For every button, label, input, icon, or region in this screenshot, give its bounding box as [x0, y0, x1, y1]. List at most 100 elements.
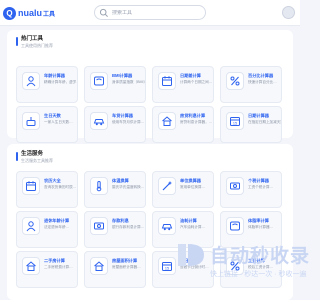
- logo-icon: Q: [3, 6, 16, 20]
- tool-card-icon-box: [90, 217, 108, 235]
- tool-card-desc: 快速计算百分比…: [248, 80, 277, 84]
- percent-icon: [230, 261, 240, 271]
- tool-card-title: 农历大全: [44, 178, 61, 183]
- tool-card[interactable]: 二手房计算 二手房税费计算…: [16, 251, 78, 288]
- tool-card[interactable]: 车贷计算器使用车贷月供计算…: [84, 106, 146, 143]
- site-logo[interactable]: Q nualu 工具: [3, 6, 55, 20]
- tool-card-title: 房贷利息计算: [180, 113, 206, 118]
- tool-card[interactable]: 油耗计算汽车油耗计算…: [152, 211, 214, 248]
- calendar-15-icon: 15: [162, 262, 172, 271]
- tool-card-title: 体脂率计算: [248, 218, 269, 223]
- tool-card[interactable]: 房贷利息计算房贷利息计算器，…: [152, 106, 214, 143]
- section-subtitle: 生活服务工具推荐: [21, 158, 53, 163]
- tool-card-desc: 房贷利息计算器，…: [180, 120, 213, 124]
- scale-icon: [230, 221, 240, 231]
- tool-card-icon-box: [90, 257, 108, 275]
- tool-card-icon-box: [22, 72, 40, 90]
- tool-card-title: 工资计算: [248, 258, 265, 263]
- tool-card[interactable]: 工资计算税后工资计算…: [220, 251, 282, 288]
- calendar-icon: [162, 76, 172, 86]
- svg-text:15: 15: [165, 266, 169, 270]
- cake-icon: [26, 117, 36, 126]
- money-icon: [230, 182, 240, 190]
- tool-card-desc: 体脂率计算器…: [248, 225, 274, 229]
- tool-card-icon-box: [226, 72, 244, 90]
- search-input[interactable]: [112, 9, 202, 16]
- tool-card-desc: 查看节日倒计时…: [180, 265, 209, 269]
- tool-card-icon-box: [22, 257, 40, 275]
- tool-card-desc: 税后工资计算…: [248, 265, 274, 269]
- tool-card-icon-box: 15: [158, 257, 176, 275]
- percent-icon: [230, 76, 240, 86]
- tool-card-icon-box: [22, 217, 40, 235]
- tool-card-title: 体温换算: [112, 178, 129, 183]
- tool-card-title: 车贷计算器: [112, 113, 133, 118]
- tool-card-title: 退休年龄计算: [44, 218, 70, 223]
- tool-card-title: 百分比计算器: [248, 73, 274, 78]
- search-box[interactable]: [94, 5, 206, 20]
- logo-suffix: 工具: [43, 11, 56, 18]
- tool-card[interactable]: 体温换算摄氏华氏温度转换…: [84, 171, 146, 208]
- tool-card-title: 日期差计算: [180, 73, 201, 78]
- logo-text: nualu: [18, 8, 42, 18]
- tool-card-desc: 银行存款利息计算…: [112, 225, 145, 229]
- house-icon: [94, 261, 104, 271]
- tool-card-icon-box: [90, 112, 108, 130]
- svg-text:15: 15: [233, 121, 237, 125]
- tool-card[interactable]: 年龄计算器 精确计算年龄，虚岁…: [16, 66, 78, 103]
- tool-card-icon-box: [90, 72, 108, 90]
- tool-card[interactable]: 单位换算器 常用单位换算…: [152, 171, 214, 208]
- tool-card-icon-box: 15: [226, 112, 244, 130]
- tool-card[interactable]: 体脂率计算体脂率计算器…: [220, 211, 282, 248]
- tool-card-desc: 汽车油耗计算…: [180, 225, 206, 229]
- tool-card[interactable]: 房屋面积计算 房屋面积计算器…: [84, 251, 146, 288]
- tool-card[interactable]: 15 日期计算器在指定日期上加减天数…: [220, 106, 282, 143]
- tool-card[interactable]: 农历大全查询农历黄历时辰…: [16, 171, 78, 208]
- tool-card-desc: 摄氏华氏温度转换…: [112, 185, 145, 189]
- tool-card-desc: 使用车贷月供计算…: [112, 120, 145, 124]
- tool-card[interactable]: 退休年龄计算 法定退休年龄…: [16, 211, 78, 248]
- tool-card-desc: 查询农历黄历时辰…: [44, 185, 77, 189]
- car-icon: [93, 119, 105, 126]
- tool-card-desc: 二手房税费计算…: [44, 265, 73, 269]
- tool-card-desc: 常用单位换算…: [180, 185, 206, 189]
- search-icon: [99, 8, 108, 17]
- tool-card-desc: 工资个税计算…: [248, 185, 274, 189]
- tool-card-icon-box: [22, 177, 40, 195]
- tool-card[interactable]: 日期差计算 计算两个日期之间…: [152, 66, 214, 103]
- money-icon: [94, 222, 104, 230]
- tool-card-icon-box: [22, 112, 40, 130]
- section-title: 生活服务: [21, 151, 44, 157]
- person-icon: [26, 221, 36, 232]
- top-bar: Q nualu 工具: [0, 0, 300, 26]
- tool-card-icon-box: [226, 217, 244, 235]
- tool-card[interactable]: BMI计算器身体质量指数（BMI）计…: [84, 66, 146, 103]
- section-header: 生活服务 生活服务工具推荐: [16, 151, 53, 164]
- tool-card-desc: 房屋面积计算器…: [112, 265, 141, 269]
- section-accent-bar: [16, 152, 18, 161]
- section-subtitle: 工具使用热门推荐: [21, 43, 53, 48]
- section-header: 热门工具 工具使用热门推荐: [16, 36, 53, 49]
- user-avatar[interactable]: [282, 6, 295, 19]
- house-icon: [26, 261, 36, 271]
- tool-card-title: 个税计算器: [248, 178, 269, 183]
- calendar-15-icon: 15: [230, 117, 240, 126]
- tool-card-icon-box: [158, 72, 176, 90]
- tool-card-title: 油耗计算: [180, 218, 197, 223]
- section-hot-tools: 热门工具 工具使用热门推荐 年龄计算器 精确计算年龄，虚岁… BMI计算器 身体质量指…: [7, 30, 293, 143]
- tool-card-icon-box: [158, 217, 176, 235]
- tool-card-icon-box: [158, 177, 176, 195]
- tool-card-title: 房屋面积计算: [112, 258, 138, 263]
- wand-icon: [162, 181, 172, 191]
- tool-card[interactable]: 15 节日倒计时 查看节日倒计时…: [152, 251, 214, 288]
- tool-card-icon-box: [226, 177, 244, 195]
- section-life-services: 生活服务 生活服务工具推荐 农历大全 查询农历黄历时辰… 体温换算 摄氏华氏温度转换……: [7, 144, 293, 300]
- tool-card-icon-box: [90, 177, 108, 195]
- tool-card[interactable]: 存款利息银行存款利息计算…: [84, 211, 146, 248]
- tool-card-title: 年龄计算器: [44, 73, 65, 78]
- tool-card[interactable]: 百分比计算器 快速计算百分比…: [220, 66, 282, 103]
- tool-card-title: 存款利息: [112, 218, 129, 223]
- house-icon: [162, 116, 172, 126]
- tool-card[interactable]: 个税计算器工资个税计算…: [220, 171, 282, 208]
- tool-card[interactable]: 生日天数 一家人生日天数…: [16, 106, 78, 143]
